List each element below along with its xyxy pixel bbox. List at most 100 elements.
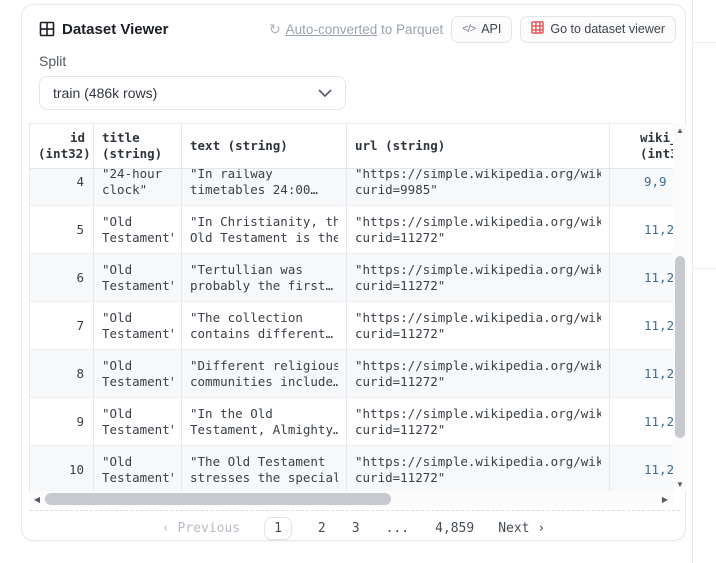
cell-title-text: "Old bbox=[102, 358, 173, 374]
cell-title-text: "Old bbox=[102, 262, 173, 278]
scroll-left-arrow[interactable]: ◀ bbox=[29, 491, 45, 507]
cell-text: "In the OldTestament, Almighty… bbox=[182, 398, 347, 445]
cell-url: "https://simple.wikipedia.org/wiki?curid… bbox=[347, 446, 610, 491]
cell-url-text: "https://simple.wikipedia.org/wiki? bbox=[355, 406, 601, 422]
column-header: id(int32) bbox=[30, 124, 94, 168]
api-button[interactable]: </> API bbox=[451, 16, 512, 43]
table-row[interactable]: 8 "OldTestament" "Different religiouscommu… bbox=[30, 350, 673, 398]
cell-text: "In railwaytimetables 24:00… bbox=[182, 169, 347, 205]
page-number-1[interactable]: 1 bbox=[264, 517, 292, 540]
cell-wiki: 11,2 bbox=[610, 446, 673, 491]
page-right-segment bbox=[692, 268, 716, 269]
cell-text: "Tertullian wasprobably the first… bbox=[182, 254, 347, 301]
split-label: Split bbox=[39, 53, 66, 69]
cell-url: "https://simple.wikipedia.org/wiki?curid… bbox=[347, 254, 610, 301]
vertical-scrollbar[interactable]: ▲ ▼ bbox=[673, 123, 687, 491]
cell-title-text: Testament" bbox=[102, 326, 173, 342]
previous-page-button[interactable]: ‹ Previous bbox=[162, 521, 240, 536]
cell-title-text: clock" bbox=[102, 182, 173, 198]
api-button-label: API bbox=[481, 22, 501, 36]
pagination: ‹ Previous 1 2 3... 4,859 Next › bbox=[22, 513, 685, 543]
cell-title-text: Testament" bbox=[102, 374, 173, 390]
page-right-divider bbox=[692, 0, 693, 563]
auto-converted-rest: to Parquet bbox=[377, 22, 443, 37]
cell-wiki: 11,2 bbox=[610, 254, 673, 301]
auto-converted-status: ↻ Auto-converted to Parquet bbox=[269, 21, 443, 38]
cell-url-text: curid=11272" bbox=[355, 374, 601, 390]
goto-dataset-viewer-button[interactable]: Go to dataset viewer bbox=[520, 16, 676, 43]
red-grid-icon bbox=[531, 21, 544, 37]
scroll-right-arrow[interactable]: ▶ bbox=[657, 491, 673, 507]
cell-wiki: 11,2 bbox=[610, 350, 673, 397]
table-row[interactable]: 4"24-hourclock""In railwaytimetables 24:… bbox=[30, 169, 673, 206]
table-row[interactable]: 7"OldTestament""The collectioncontains d… bbox=[30, 302, 673, 350]
table-row[interactable]: 5"OldTestament""In Christianity, theOld … bbox=[30, 206, 673, 254]
pagination-divider bbox=[30, 510, 680, 511]
cell-text: "The collectioncontains different… bbox=[182, 302, 347, 349]
cell-wiki: 11,2 bbox=[610, 206, 673, 253]
cell-text: "The Old Testamentstresses the special… bbox=[182, 446, 347, 491]
cell-url-text: "https://simple.wikipedia.org/wiki? bbox=[355, 262, 601, 278]
horizontal-scrollbar[interactable]: ◀ ▶ bbox=[29, 491, 673, 507]
cell-title-text: "Old bbox=[102, 214, 173, 230]
code-icon: </> bbox=[462, 23, 475, 35]
cell-title-text: Testament" bbox=[102, 230, 173, 246]
horizontal-scrollbar-thumb[interactable] bbox=[45, 493, 391, 505]
column-header-text: url (string) bbox=[355, 138, 601, 154]
page-number-4,859[interactable]: 4,859 bbox=[435, 521, 474, 536]
page-title: Dataset Viewer bbox=[62, 21, 168, 38]
page-ellipsis[interactable]: ... bbox=[386, 521, 409, 536]
cell-url-text: "https://simple.wikipedia.org/wiki? bbox=[355, 358, 601, 374]
cell-text-text: "In Christianity, the bbox=[190, 214, 338, 230]
cell-url-text: "https://simple.wikipedia.org/wiki? bbox=[355, 214, 601, 230]
cell-title-text: "24-hour bbox=[102, 169, 173, 182]
table-row[interactable]: 9"OldTestament""In the OldTestament, Alm… bbox=[30, 398, 673, 446]
cell-text-text: communities include… bbox=[190, 374, 338, 390]
goto-button-label: Go to dataset viewer bbox=[550, 22, 665, 36]
column-header-text: (int32) bbox=[38, 146, 85, 162]
cell-text-text: "The Old Testament bbox=[190, 454, 338, 470]
cell-url-text: curid=11272" bbox=[355, 278, 601, 294]
cell-url-text: "https://simple.wikipedia.org/wiki? bbox=[355, 169, 601, 182]
cell-title-text: "Old bbox=[102, 310, 173, 326]
data-table: id(int32)title(string)text (string)url (… bbox=[29, 123, 687, 491]
cell-id: 6 bbox=[30, 254, 94, 301]
cell-url: "https://simple.wikipedia.org/wiki?curid… bbox=[347, 398, 610, 445]
cell-url-text: "https://simple.wikipedia.org/wiki? bbox=[355, 454, 601, 470]
table-row[interactable]: 10"OldTestament""The Old Testamentstress… bbox=[30, 446, 673, 491]
cell-url-text: curid=11272" bbox=[355, 326, 601, 342]
table-grid: id(int32)title(string)text (string)url (… bbox=[29, 123, 673, 491]
cell-url-text: curid=9985" bbox=[355, 182, 601, 198]
chevron-down-icon bbox=[318, 89, 332, 98]
vertical-scrollbar-thumb[interactable] bbox=[675, 256, 685, 438]
cell-id: 5 bbox=[30, 206, 94, 253]
cell-url: "https://simple.wikipedia.org/wiki?curid… bbox=[347, 350, 610, 397]
dataset-viewer-icon bbox=[39, 21, 55, 37]
scroll-down-arrow[interactable]: ▼ bbox=[673, 477, 687, 491]
cell-wiki: 11,2 bbox=[610, 302, 673, 349]
cell-title: "OldTestament" bbox=[94, 254, 182, 301]
cell-title-text: Testament" bbox=[102, 278, 173, 294]
cell-text-text: Old Testament is the… bbox=[190, 230, 338, 246]
column-header: text (string) bbox=[182, 124, 347, 168]
cell-title-text: Testament" bbox=[102, 470, 173, 486]
cell-id: 7 bbox=[30, 302, 94, 349]
card-header: Dataset Viewer ↻ Auto-converted to Parqu… bbox=[39, 14, 676, 44]
cell-id: 8 bbox=[30, 350, 94, 397]
page-number-2[interactable]: 2 bbox=[318, 521, 326, 536]
cell-title-text: Testament" bbox=[102, 422, 173, 438]
table-row[interactable]: 6"OldTestament""Tertullian wasprobably t… bbox=[30, 254, 673, 302]
cell-title: "OldTestament" bbox=[94, 206, 182, 253]
auto-converted-link[interactable]: Auto-converted bbox=[286, 22, 378, 37]
cell-title: "OldTestament" bbox=[94, 302, 182, 349]
scroll-up-arrow[interactable]: ▲ bbox=[673, 123, 687, 137]
next-page-button[interactable]: Next › bbox=[498, 521, 545, 536]
page-number-3[interactable]: 3 bbox=[352, 521, 360, 536]
cell-url-text: curid=11272" bbox=[355, 230, 601, 246]
column-header-text: wiki_ bbox=[640, 130, 665, 146]
cell-text-text: contains different… bbox=[190, 326, 338, 342]
column-header-text: (int3 bbox=[640, 146, 665, 162]
split-select[interactable]: train (486k rows) bbox=[39, 76, 346, 110]
page-numbers: 1 2 3... 4,859 bbox=[264, 517, 474, 540]
cell-text-text: "Different religious bbox=[190, 358, 338, 374]
